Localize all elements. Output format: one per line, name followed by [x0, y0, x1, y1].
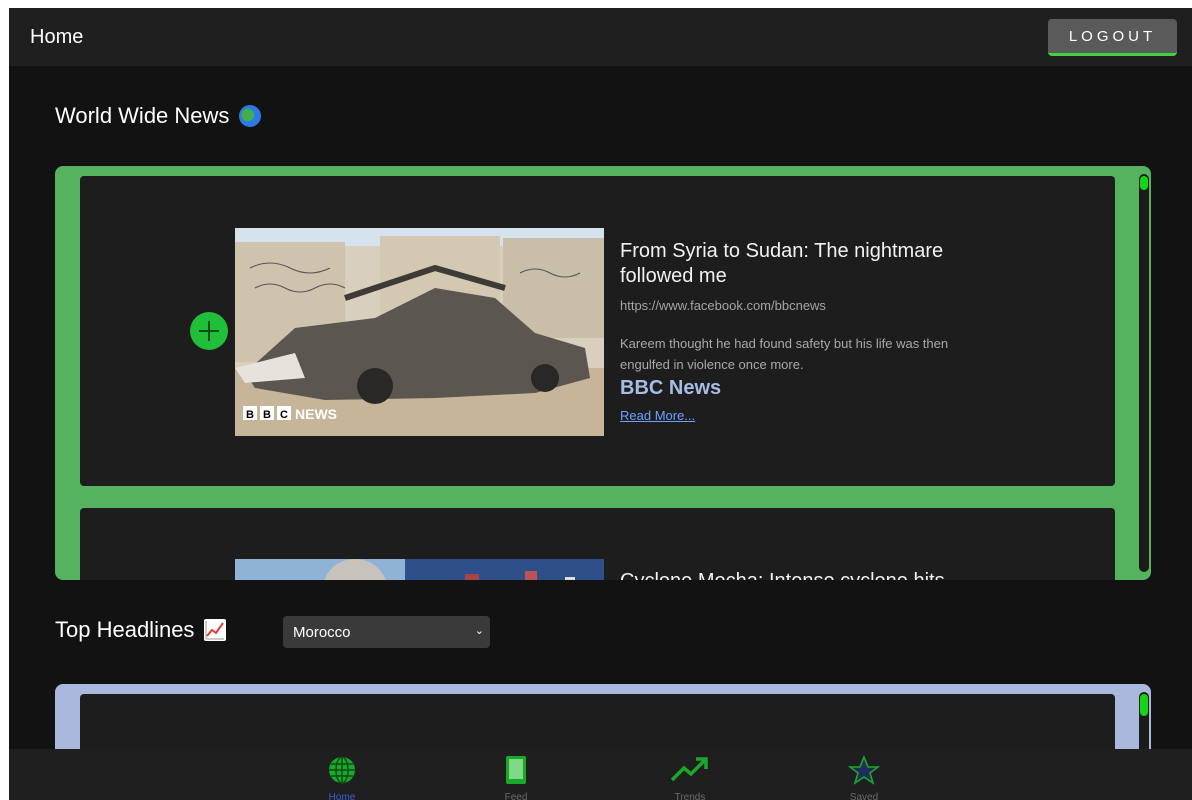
trend-up-icon [670, 757, 708, 782]
scrollbar-thumb[interactable] [1140, 176, 1148, 190]
tablet-icon [506, 756, 526, 784]
news-headline: Cyclone Mocha: Intense cyclone hits [620, 569, 1120, 580]
bottom-navigation: Home Feed Trends Saved [9, 749, 1192, 800]
read-more-link[interactable]: Read More... [620, 408, 695, 423]
logout-button[interactable]: LOGOUT [1048, 19, 1177, 56]
scrollbar-thumb[interactable] [1140, 694, 1148, 716]
add-to-saved-button[interactable] [190, 312, 228, 350]
globe-icon [329, 756, 355, 784]
news-outlet: BBC News [620, 377, 722, 399]
news-card: B B C NEWS From Syria to Sudan: The nigh… [80, 176, 1115, 486]
svg-text:C: C [280, 409, 288, 421]
svg-text:B: B [263, 409, 271, 421]
plus-icon [199, 321, 219, 341]
news-source-url: https://www.facebook.com/bbcnews [620, 298, 826, 313]
star-icon [847, 754, 881, 785]
chart-increasing-icon [204, 619, 227, 641]
svg-text:B: B [246, 409, 254, 421]
top-headlines-title: Top Headlines [55, 617, 195, 642]
country-select-value: Morocco [293, 624, 351, 641]
news-card: Cyclone Mocha: Intense cyclone hits [80, 508, 1115, 580]
app-window: Home LOGOUT World Wide News B B C NEWS F… [9, 8, 1192, 800]
news-thumbnail[interactable] [235, 559, 604, 580]
news-description: Kareem thought he had found safety but h… [620, 336, 949, 372]
nav-item-trends[interactable]: Trends [650, 755, 730, 800]
nav-label-saved: Saved [849, 792, 879, 800]
nav-item-saved[interactable]: Saved [824, 754, 904, 800]
world-news-title: World Wide News [55, 103, 230, 128]
page-title: Home [30, 26, 84, 48]
top-app-bar: Home LOGOUT [9, 8, 1192, 66]
world-news-heading: World Wide News [55, 103, 262, 129]
carousel-scrollbar[interactable] [1139, 174, 1149, 572]
nav-item-feed[interactable]: Feed [476, 755, 556, 800]
nav-label-trends: Trends [674, 792, 706, 800]
country-select[interactable]: Morocco ⌄ [283, 616, 490, 648]
image-caption-text: NEWS [295, 406, 337, 422]
nav-item-home[interactable]: Home [302, 755, 382, 800]
news-headline: From Syria to Sudan: The nightmare follo… [620, 240, 944, 287]
nav-label-home: Home [328, 792, 356, 800]
world-news-carousel[interactable]: B B C NEWS From Syria to Sudan: The nigh… [55, 166, 1151, 580]
top-headlines-heading: Top Headlines [55, 617, 227, 643]
nav-label-feed: Feed [504, 792, 528, 800]
globe-emoji-icon [239, 105, 262, 127]
chevron-down-icon: ⌄ [474, 625, 484, 637]
news-thumbnail[interactable]: B B C NEWS [235, 228, 604, 436]
